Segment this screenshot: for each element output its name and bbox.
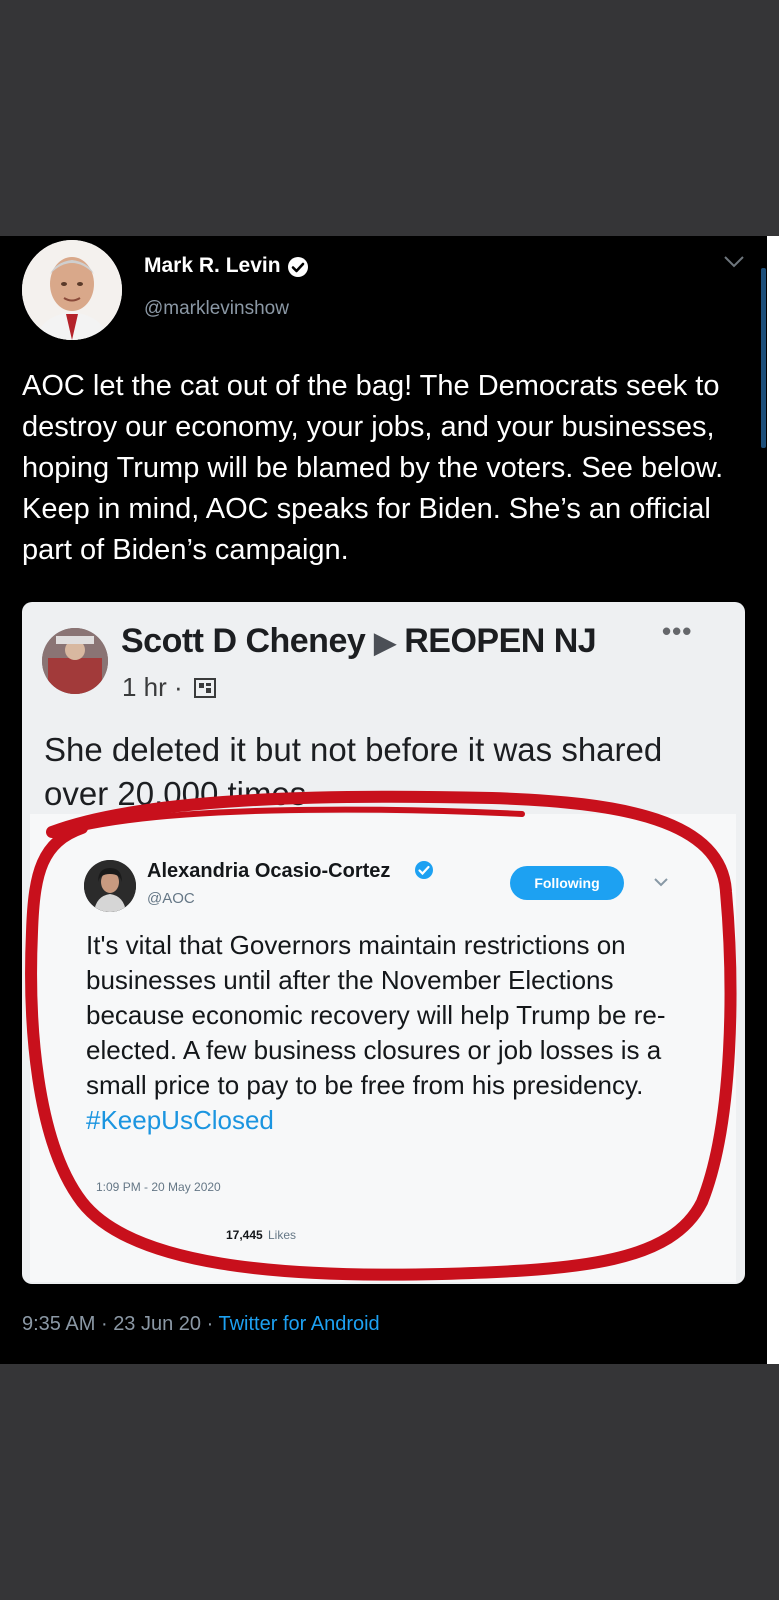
meta-separator: · <box>100 1313 108 1335</box>
quoted-tweet-card: Alexandria Ocasio-Cortez @AOC Following … <box>30 814 736 1282</box>
quoted-tweet-avatar <box>84 860 136 912</box>
quoted-tweet-body: It's vital that Governors maintain restr… <box>86 930 666 1100</box>
tweet-text: AOC let the cat out of the bag! The Demo… <box>22 370 724 566</box>
embedded-post-avatar <box>42 628 108 694</box>
quoted-tweet-likes-label: Likes <box>268 1228 297 1242</box>
chevron-down-icon <box>654 878 668 887</box>
quoted-tweet-handle: @AOC <box>147 890 195 907</box>
author-handle[interactable]: @marklevinshow <box>144 298 289 320</box>
embedded-post-author-name: Scott D Cheney <box>121 622 366 660</box>
author-name[interactable]: Mark R. Levin <box>144 254 281 278</box>
quoted-tweet-author-name: Alexandria Ocasio-Cortez <box>147 860 391 882</box>
quoted-tweet-hashtag: #KeepUsClosed <box>86 1105 274 1135</box>
tweet-date: 23 Jun 20 <box>113 1313 202 1335</box>
globe-icon <box>194 678 216 698</box>
chevron-down-icon[interactable] <box>722 254 746 270</box>
tweet-source-link[interactable]: Twitter for Android <box>218 1313 379 1335</box>
embedded-screenshot[interactable]: Scott D Cheney ▶ REOPEN NJ ••• 1 hr · Sh… <box>22 602 745 1284</box>
embedded-post-text: She deleted it but not before it was sha… <box>44 731 663 812</box>
embedded-post-group-name: REOPEN NJ <box>404 622 597 660</box>
verified-badge-icon <box>415 861 433 879</box>
quoted-tweet-likes-count: 17,445 <box>226 1228 263 1242</box>
arrow-right-icon: ▶ <box>374 627 396 658</box>
author-avatar[interactable] <box>22 240 122 340</box>
tweet-time: 9:35 AM <box>22 1313 96 1335</box>
scroll-thumb[interactable] <box>761 268 766 448</box>
tweet-metadata: 9:35 AM · 23 Jun 20 · Twitter for Androi… <box>22 1313 380 1336</box>
quoted-tweet-text: It's vital that Governors maintain restr… <box>86 928 696 1138</box>
scroll-track[interactable] <box>767 236 779 1364</box>
meta-separator: · <box>206 1313 214 1335</box>
quoted-tweet-timestamp: 1:09 PM - 20 May 2020 <box>96 1180 221 1194</box>
embedded-post-time: 1 hr · <box>122 672 183 702</box>
embedded-post-author: Scott D Cheney ▶ REOPEN NJ <box>121 622 597 661</box>
following-button: Following <box>510 866 624 900</box>
more-options-icon: ••• <box>662 616 693 646</box>
verified-badge-icon <box>288 257 308 277</box>
